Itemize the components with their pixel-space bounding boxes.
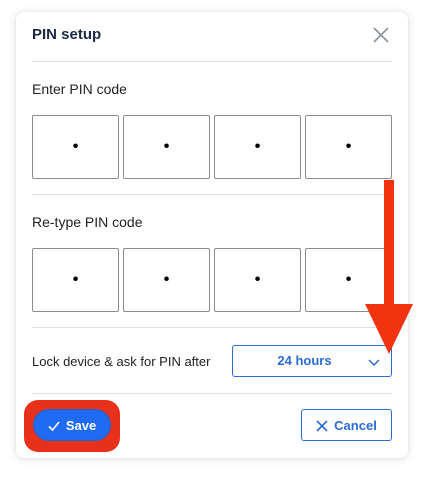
retype-pin-label: Re-type PIN code	[32, 214, 143, 230]
pin-setup-dialog: PIN setup Enter PIN code • • • • Re-type…	[16, 12, 413, 458]
enter-pin-digit-4[interactable]: •	[305, 115, 392, 179]
dialog-title: PIN setup	[32, 26, 102, 43]
check-icon	[48, 419, 60, 432]
lock-after-label: Lock device & ask for PIN after	[32, 354, 211, 369]
retype-pin-digit-3[interactable]: •	[214, 248, 301, 312]
enter-pin-digit-2[interactable]: •	[123, 115, 210, 179]
enter-pin-digit-1[interactable]: •	[32, 115, 119, 179]
lock-timeout-select[interactable]: 24 hours	[232, 345, 392, 377]
close-icon	[316, 419, 328, 432]
chevron-down-icon	[367, 355, 381, 369]
enter-pin-label: Enter PIN code	[32, 81, 127, 97]
divider	[32, 194, 392, 195]
enter-pin-digit-3[interactable]: •	[214, 115, 301, 179]
enter-pin-fields: • • • •	[32, 115, 396, 179]
close-icon[interactable]	[372, 26, 390, 44]
divider	[32, 393, 392, 394]
save-button-label: Save	[65, 417, 97, 433]
divider	[32, 327, 392, 328]
retype-pin-digit-4[interactable]: •	[305, 248, 392, 312]
retype-pin-fields: • • • •	[32, 248, 396, 312]
save-button[interactable]: Save	[33, 409, 111, 441]
cancel-button-label: Cancel	[334, 417, 377, 433]
lock-timeout-value: 24 hours	[277, 353, 332, 368]
divider	[32, 61, 392, 62]
cancel-button[interactable]: Cancel	[301, 409, 392, 441]
retype-pin-digit-1[interactable]: •	[32, 248, 119, 312]
retype-pin-digit-2[interactable]: •	[123, 248, 210, 312]
